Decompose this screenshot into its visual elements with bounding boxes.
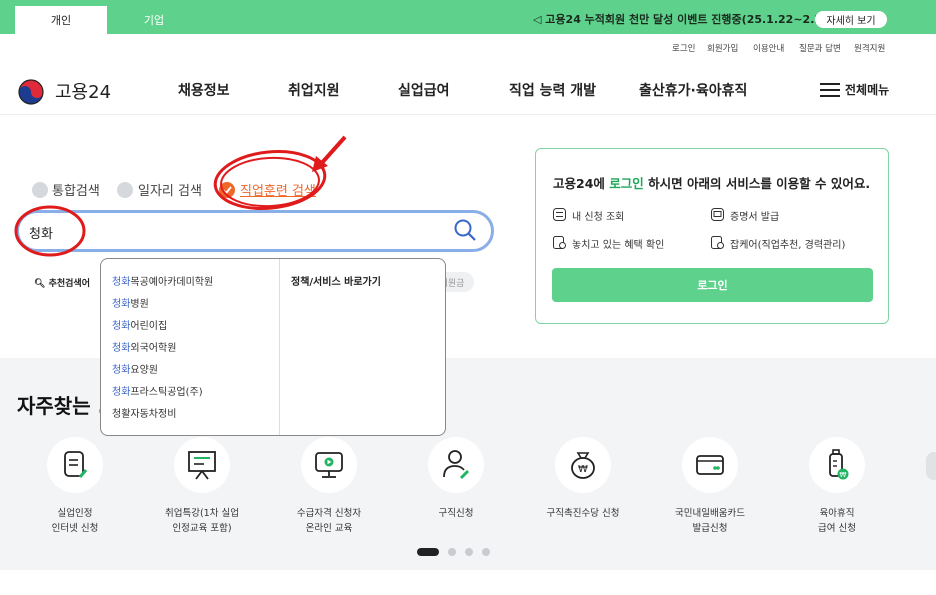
autocomplete-item[interactable]: 청화어린이집 — [112, 317, 167, 332]
search-input[interactable] — [29, 221, 429, 243]
util-login-link[interactable]: 로그인 — [672, 42, 695, 54]
service-job-lecture[interactable] — [174, 437, 230, 493]
service-label[interactable]: 구직촉진수당 신청 — [523, 506, 643, 521]
util-remote-link[interactable]: 원격지원 — [854, 42, 885, 54]
svg-text:₩: ₩ — [578, 464, 588, 475]
header-divider — [0, 114, 936, 115]
jobcare-icon — [711, 236, 724, 249]
missed-benefits-link[interactable]: 놓치고 있는 혜택 확인 — [572, 236, 664, 251]
nav-jobs[interactable]: 채용정보 — [178, 80, 230, 100]
notice-detail-button[interactable]: 자세히 보기 — [815, 11, 887, 28]
autocomplete-item[interactable]: 청화병원 — [112, 295, 149, 310]
check-circle-icon — [219, 182, 235, 198]
carousel-page-dot-active[interactable] — [417, 548, 439, 556]
util-qna-link[interactable]: 질문과 답변 — [799, 42, 841, 54]
service-online-education[interactable] — [301, 437, 357, 493]
megaphone-icon: ◁ — [533, 13, 546, 26]
money-bag-icon: ₩ — [571, 452, 595, 479]
carousel-page-dot[interactable] — [465, 548, 473, 556]
search-icon[interactable] — [453, 218, 477, 242]
jobcare-link[interactable]: 잡케어(직업추천, 경력관리) — [730, 236, 845, 251]
login-panel: 고용24에 로그인 하시면 아래의 서비스를 이용할 수 있어요. 내 신청 조… — [535, 148, 889, 324]
list-icon — [553, 208, 566, 221]
nav-vocational-training[interactable]: 직업 능력 개발 — [509, 80, 596, 100]
login-button[interactable]: 로그인 — [552, 268, 873, 302]
document-pen-icon — [64, 451, 88, 478]
dropdown-divider — [279, 259, 280, 435]
carousel-page-dot[interactable] — [482, 548, 490, 556]
autocomplete-item[interactable]: 청화외국어학원 — [112, 339, 176, 354]
service-job-application[interactable] — [428, 437, 484, 493]
util-guide-link[interactable]: 이용안내 — [753, 42, 784, 54]
service-unemployment-cert[interactable] — [47, 437, 103, 493]
recommended-keywords-label: 🔍︎ 추천검색어 — [34, 279, 90, 289]
autocomplete-item[interactable]: 청화프라스틱공업(주) — [112, 383, 203, 398]
autocomplete-item[interactable]: 청활자동차정비 — [112, 405, 176, 420]
service-label[interactable]: 취업특강(1차 실업 인정교육 포함) — [142, 506, 262, 536]
site-logo[interactable]: 고용24 — [55, 78, 111, 104]
nav-parental-leave[interactable]: 출산휴가·육아휴직 — [639, 80, 747, 100]
search-small-icon: 🔍︎ — [34, 279, 46, 289]
util-signup-link[interactable]: 회원가입 — [707, 42, 738, 54]
benefit-check-icon — [553, 236, 566, 249]
hamburger-menu-icon[interactable] — [820, 83, 840, 97]
tab-personal[interactable]: 개인 — [15, 6, 107, 34]
login-panel-title: 고용24에 로그인 하시면 아래의 서비스를 이용할 수 있어요. — [553, 176, 871, 191]
search-box[interactable] — [16, 210, 494, 252]
all-menu-label[interactable]: 전체메뉴 — [845, 81, 889, 98]
certificate-icon — [711, 208, 724, 221]
event-notice-text: 고용24 누적회원 천만 달성 이벤트 진행중(25.1.22~2.21) — [545, 13, 835, 26]
logo-emblem-icon[interactable] — [18, 79, 44, 105]
autocomplete-dropdown: 청화목공예아카데미학원 청화병원 청화어린이집 청화외국어학원 청화요양원 청화… — [100, 258, 446, 436]
check-circle-icon — [117, 182, 133, 198]
card-icon — [696, 455, 724, 475]
my-applications-link[interactable]: 내 신청 조회 — [572, 208, 624, 223]
carousel-page-dot[interactable] — [448, 548, 456, 556]
service-label[interactable]: 구직신청 — [396, 506, 516, 521]
presentation-board-icon — [188, 451, 216, 480]
event-notice[interactable]: ◁ 고용24 누적회원 천만 달성 이벤트 진행중(25.1.22~2.21) — [533, 11, 835, 27]
baby-bottle-icon: ₩ — [829, 449, 849, 480]
nav-employment-support[interactable]: 취업지원 — [288, 80, 340, 100]
tab-company[interactable]: 기업 — [108, 6, 200, 34]
monitor-play-icon — [315, 452, 343, 478]
service-label[interactable]: 육아휴직 급여 신청 — [777, 506, 897, 536]
person-pen-icon — [443, 450, 470, 480]
svg-text:₩: ₩ — [840, 471, 847, 479]
service-label[interactable]: 수급자격 신청자 온라인 교육 — [269, 506, 389, 536]
service-parental-leave-pay[interactable]: ₩ — [809, 437, 865, 493]
tab-job-search[interactable]: 일자리 검색 — [138, 180, 202, 199]
certificate-issue-link[interactable]: 증명서 발급 — [730, 208, 779, 223]
tab-integrated-search[interactable]: 통합검색 — [52, 180, 100, 199]
service-learning-card[interactable] — [682, 437, 738, 493]
page-root: 개인 기업 ◁ 고용24 누적회원 천만 달성 이벤트 진행중(25.1.22~… — [0, 0, 936, 595]
tab-training-search[interactable]: 직업훈련 검색 — [240, 180, 316, 199]
nav-unemployment-benefit[interactable]: 실업급여 — [398, 80, 450, 100]
service-label[interactable]: 실업인정 인터넷 신청 — [15, 506, 135, 536]
annotation-arrow — [318, 135, 347, 167]
service-job-promotion-allowance[interactable]: ₩ — [555, 437, 611, 493]
policy-shortcuts-title: 정책/서비스 바로가기 — [291, 277, 381, 288]
autocomplete-item[interactable]: 청화요양원 — [112, 361, 158, 376]
autocomplete-item[interactable]: 청화목공예아카데미학원 — [112, 273, 213, 288]
check-circle-icon — [32, 182, 48, 198]
service-label[interactable]: 국민내일배움카드 발급신청 — [650, 506, 770, 536]
carousel-next-button[interactable] — [926, 452, 936, 480]
